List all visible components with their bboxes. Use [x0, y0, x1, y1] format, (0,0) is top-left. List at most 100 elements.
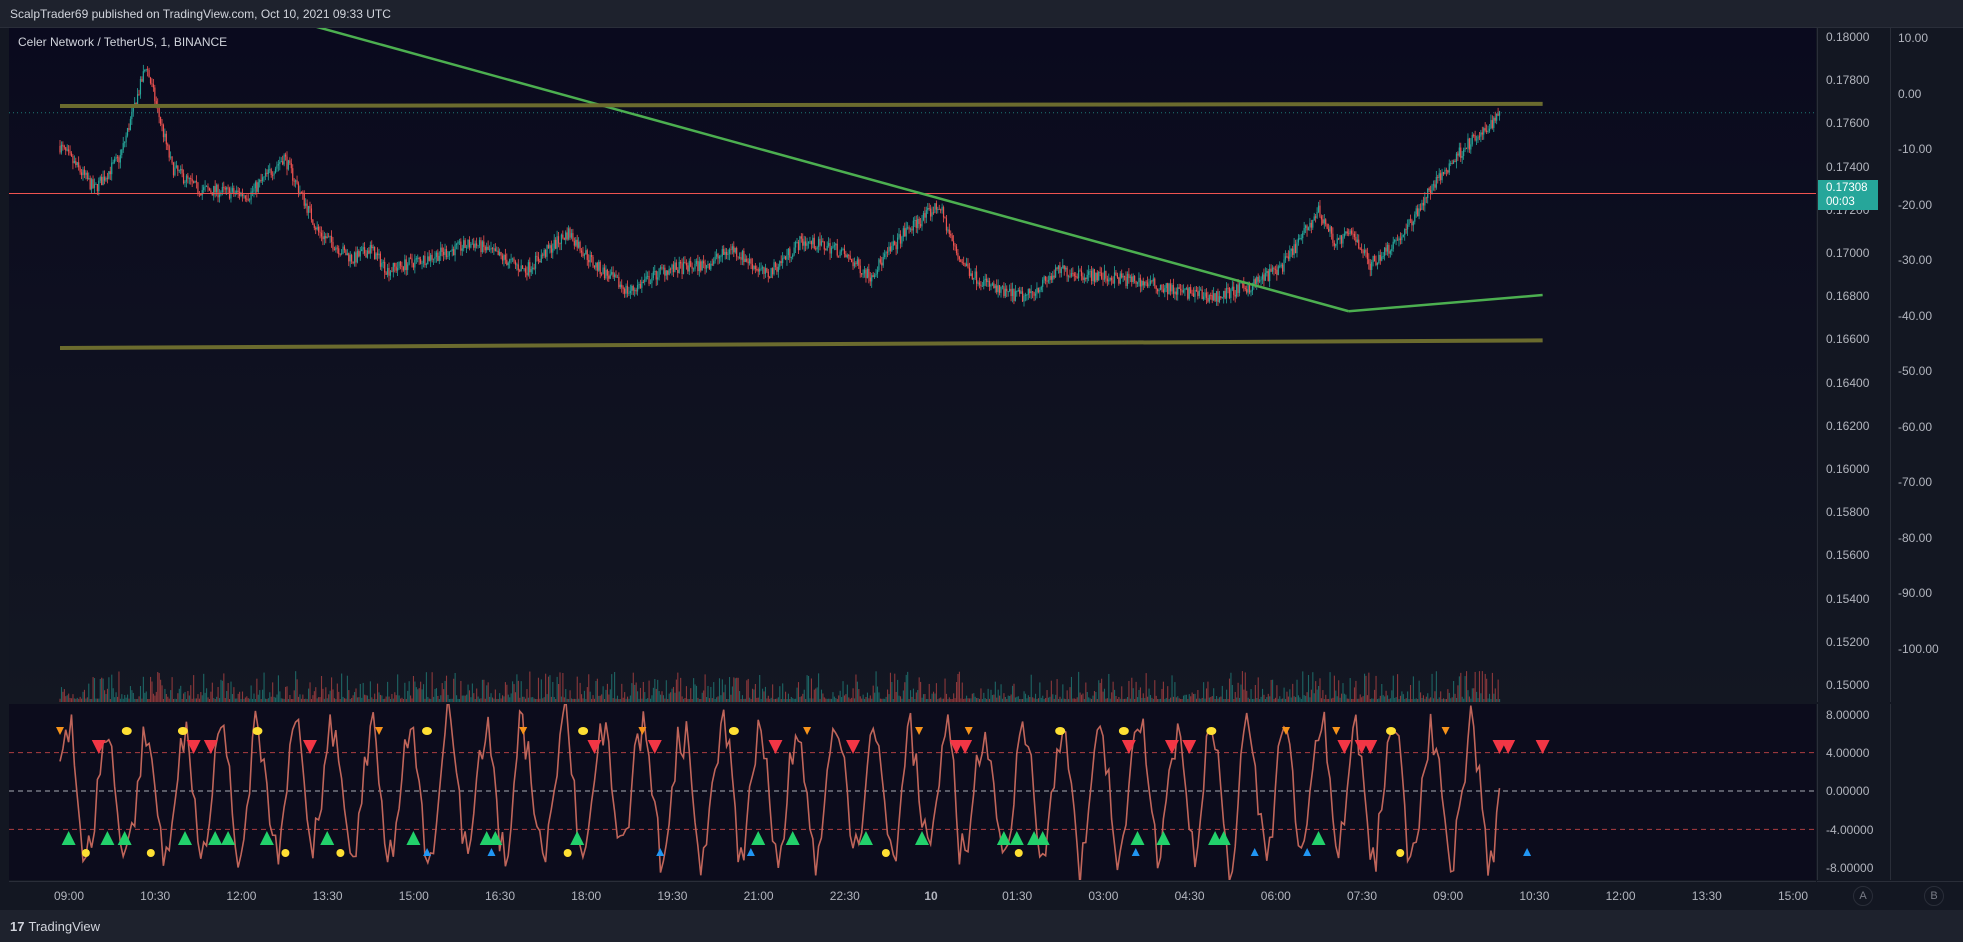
candle-body	[901, 236, 903, 244]
volume-bar	[303, 698, 305, 702]
volume-bar	[910, 690, 912, 702]
volume-bar	[1355, 680, 1357, 702]
candle-body	[264, 172, 267, 177]
volume-bar	[1009, 695, 1011, 702]
candle-body	[862, 273, 864, 275]
candle-body	[1220, 296, 1222, 299]
candle-body	[1401, 236, 1403, 241]
candle-body	[592, 256, 594, 266]
candle-body	[263, 176, 265, 178]
volume-bar	[1256, 698, 1258, 702]
tradingview-logo[interactable]: 17 TradingView	[10, 919, 100, 934]
candle-body	[986, 278, 988, 283]
candle-body	[1095, 272, 1097, 282]
volume-bar	[987, 688, 989, 702]
volume-bar	[1039, 682, 1041, 702]
oscillator-tick-label: -8.00000	[1826, 860, 1874, 875]
chart-canvas[interactable]	[0, 0, 1963, 942]
volume-bar	[1167, 686, 1169, 702]
volume-bar	[1076, 697, 1078, 702]
candle-body	[355, 252, 357, 263]
candle-body	[1257, 276, 1259, 282]
candle-body	[769, 276, 771, 278]
candle-body	[1082, 276, 1084, 280]
auto-scale-button[interactable]: A	[1853, 886, 1873, 906]
candle-body	[1132, 276, 1134, 283]
candle-body	[711, 263, 713, 265]
volume-bar	[895, 691, 897, 702]
volume-bar	[743, 698, 745, 702]
volume-bar	[1204, 698, 1206, 702]
candle-body	[1471, 135, 1473, 145]
candle-body	[247, 199, 249, 201]
volume-bar	[1147, 696, 1149, 702]
candle-body	[259, 179, 261, 183]
volume-bar	[125, 697, 127, 702]
volume-bar	[1420, 692, 1422, 702]
time-tick-label: 03:00	[1088, 889, 1119, 903]
volume-bar	[119, 698, 121, 702]
time-axis[interactable]: 09:00 10:30 12:00 13:30 15:00 16:30 18:00 19:30…	[9, 881, 1816, 910]
volume-bar	[250, 685, 252, 702]
candle-body	[771, 268, 774, 275]
candle-body	[402, 267, 404, 271]
volume-bar	[267, 698, 269, 702]
candle-body	[79, 167, 81, 173]
candle-body	[1404, 229, 1406, 235]
volume-bar	[259, 690, 261, 702]
volume-bar	[566, 698, 568, 702]
candle-body	[386, 267, 389, 275]
candle-body	[1340, 235, 1343, 244]
volume-bar	[59, 698, 61, 702]
volume-bar	[129, 686, 131, 702]
volume-bar	[1201, 697, 1203, 702]
time-tick-label: 22:30	[829, 889, 860, 903]
candle-body	[1007, 291, 1009, 292]
volume-bar	[217, 687, 219, 702]
symbol-legend[interactable]: Celer Network / TetherUS, 1, BINANCE	[18, 35, 227, 49]
volume-bar	[841, 697, 843, 702]
candle-body	[330, 235, 333, 242]
volume-bar	[783, 698, 785, 702]
volume-bar	[516, 674, 518, 702]
candle-body	[957, 253, 959, 257]
volume-bar	[92, 677, 94, 702]
volume-bar	[1418, 680, 1420, 702]
yellow-dot-marker	[252, 727, 263, 735]
candle-body	[530, 269, 532, 273]
volume-bar	[66, 695, 68, 702]
volume-bar	[1014, 697, 1016, 702]
candle-body	[1283, 259, 1285, 272]
candle-body	[1211, 295, 1213, 301]
candle-body	[1020, 291, 1022, 294]
candle-body	[1325, 219, 1327, 225]
volume-bar	[116, 696, 119, 702]
volume-bar	[299, 694, 301, 702]
volume-bar	[547, 676, 550, 702]
sell-signal-marker	[958, 740, 973, 754]
candle-body	[889, 246, 891, 251]
candle-body	[1497, 113, 1499, 116]
volume-bar	[862, 694, 864, 702]
volume-bar	[1243, 689, 1245, 702]
volume-bar	[678, 691, 680, 702]
candle-body	[280, 161, 282, 163]
volume-bar	[546, 694, 548, 702]
candle-body	[881, 262, 883, 266]
volume-bar	[204, 692, 206, 702]
candle-body	[131, 111, 133, 120]
volume-bar	[945, 693, 948, 702]
scale-b-button[interactable]: B	[1924, 886, 1944, 906]
candle-body	[833, 245, 835, 247]
volume-bar	[1040, 697, 1042, 702]
candle-body	[839, 251, 841, 257]
candle-body	[1233, 286, 1235, 295]
candle-body	[1319, 205, 1321, 217]
candle-body	[187, 175, 189, 179]
volume-bar	[1343, 693, 1345, 702]
candle-body	[855, 262, 857, 265]
last-price-tag: 0.17308 00:03	[1818, 180, 1878, 210]
volume-bar	[1389, 698, 1391, 702]
volume-bar	[698, 698, 700, 702]
candle-body	[1339, 235, 1341, 240]
